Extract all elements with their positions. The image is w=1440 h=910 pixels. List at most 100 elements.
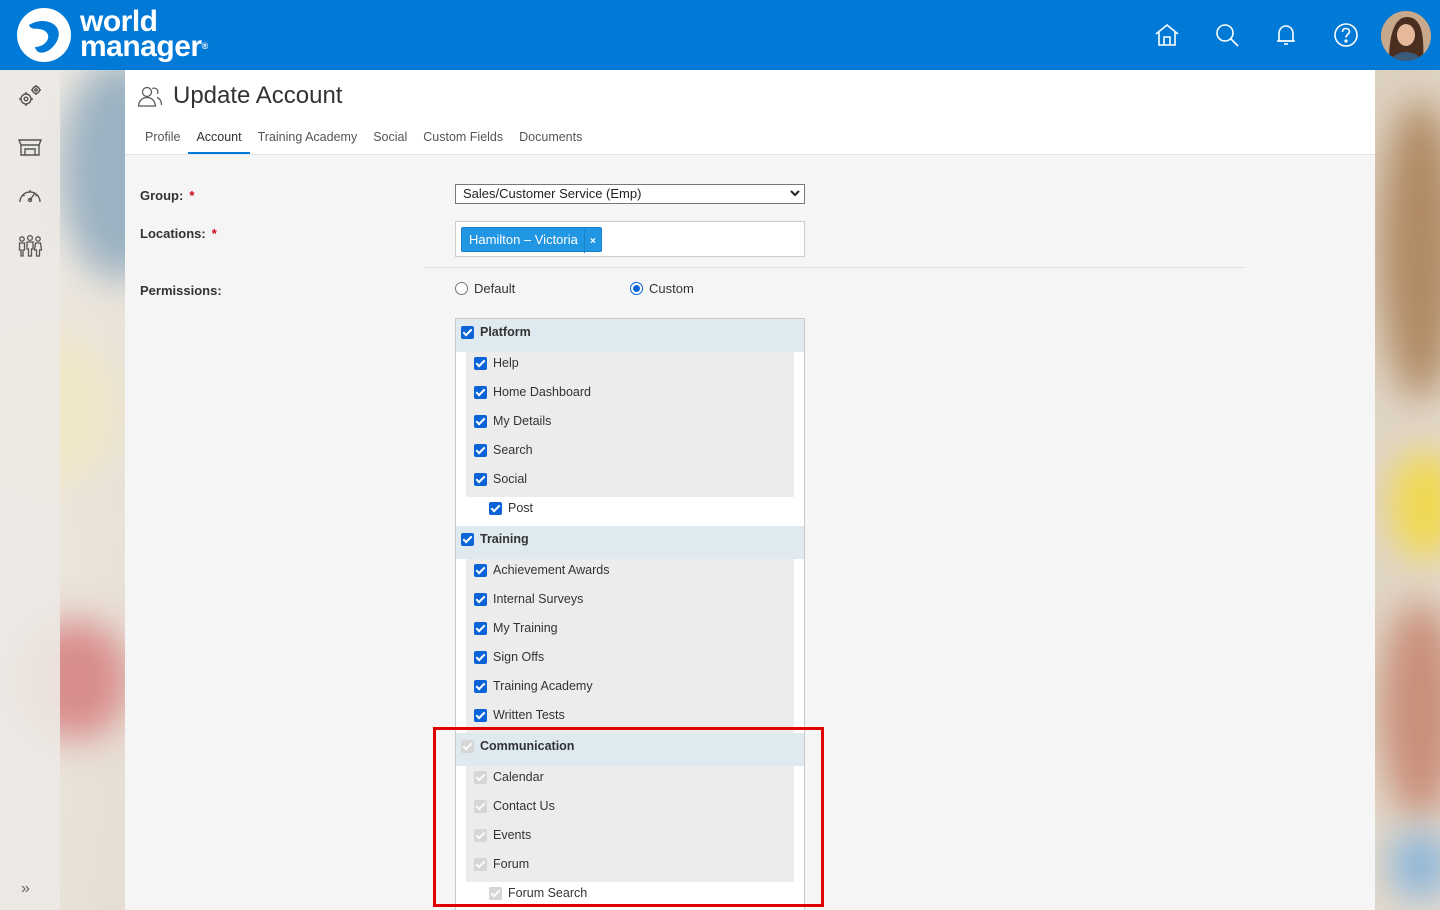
tab-bar: Profile Account Training Academy Social …: [137, 125, 590, 155]
main-panel: Update Account Profile Account Training …: [125, 70, 1375, 910]
store-icon[interactable]: [16, 132, 44, 160]
perm-label: Training Academy: [493, 679, 593, 693]
training-group-checkbox[interactable]: Training: [461, 532, 529, 546]
permissions-tree: Platform Help Home Dashboard My Details …: [455, 318, 805, 910]
divider: [425, 267, 1245, 268]
checkbox[interactable]: [489, 501, 502, 515]
checkbox[interactable]: [474, 621, 487, 635]
checkbox[interactable]: [474, 563, 487, 577]
perm-contact-us: Contact Us: [474, 799, 555, 813]
training-items: [466, 559, 794, 733]
perm-label: Contact Us: [493, 799, 555, 813]
perm-label: Achievement Awards: [493, 563, 610, 577]
checkbox[interactable]: [474, 443, 487, 457]
avatar-photo-icon: [1381, 11, 1431, 61]
platform-group-checkbox[interactable]: Platform: [461, 325, 531, 339]
checkbox[interactable]: [474, 592, 487, 606]
perm-post[interactable]: Post: [489, 501, 533, 515]
tab-account[interactable]: Account: [188, 125, 250, 154]
permission-default-option[interactable]: Default: [455, 281, 515, 296]
perm-label: Search: [493, 443, 533, 457]
checkbox-disabled: [474, 828, 487, 842]
settings-gears-icon[interactable]: [16, 82, 44, 110]
custom-radio-label: Custom: [649, 281, 694, 296]
home-icon[interactable]: [1153, 21, 1181, 49]
required-asterisk: *: [211, 226, 217, 241]
communication-group-checkbox: Communication: [461, 739, 574, 753]
logo-registered-mark: ®: [201, 41, 209, 51]
help-icon[interactable]: [1332, 21, 1360, 49]
logo-mark-icon: [17, 8, 71, 62]
locations-input[interactable]: Hamilton – Victoria ×: [455, 221, 805, 257]
search-icon[interactable]: [1213, 21, 1241, 49]
checkbox[interactable]: [461, 325, 474, 339]
permission-custom-option[interactable]: Custom: [630, 281, 694, 296]
perm-training-academy[interactable]: Training Academy: [474, 679, 593, 693]
default-radio[interactable]: [455, 282, 468, 295]
checkbox-disabled: [489, 886, 502, 900]
checkbox[interactable]: [474, 472, 487, 486]
panel-header: Update Account Profile Account Training …: [125, 70, 1375, 155]
locations-label: Locations: *: [140, 226, 217, 241]
checkbox-disabled: [461, 739, 474, 753]
perm-label: Calendar: [493, 770, 544, 784]
page-title: Update Account: [173, 82, 343, 109]
training-group-label: Training: [480, 532, 529, 546]
perm-label: My Details: [493, 414, 552, 428]
remove-location-button[interactable]: ×: [583, 230, 601, 253]
left-sidebar: [0, 70, 60, 910]
checkbox[interactable]: [474, 385, 487, 399]
group-select-value: Sales/Customer Service (Emp): [463, 186, 642, 201]
checkbox[interactable]: [474, 708, 487, 722]
tab-training-academy[interactable]: Training Academy: [250, 125, 366, 154]
perm-forum: Forum: [474, 857, 529, 871]
perm-calendar: Calendar: [474, 770, 544, 784]
perm-sign-offs[interactable]: Sign Offs: [474, 650, 544, 664]
tab-social[interactable]: Social: [365, 125, 415, 154]
checkbox[interactable]: [474, 356, 487, 370]
perm-label: Events: [493, 828, 532, 842]
tab-documents[interactable]: Documents: [511, 125, 590, 154]
group-label-text: Group:: [140, 188, 184, 203]
perm-label: Help: [493, 356, 519, 370]
perm-label: Home Dashboard: [493, 385, 591, 399]
perm-my-details[interactable]: My Details: [474, 414, 551, 428]
user-account-icon: [137, 86, 163, 107]
group-label: Group: *: [140, 188, 194, 203]
checkbox[interactable]: [474, 650, 487, 664]
perm-search[interactable]: Search: [474, 443, 533, 457]
perm-internal-surveys[interactable]: Internal Surveys: [474, 592, 583, 606]
perm-label: Internal Surveys: [493, 592, 584, 606]
required-asterisk: *: [189, 188, 195, 203]
perm-label: Post: [508, 501, 534, 515]
user-avatar[interactable]: [1381, 11, 1431, 61]
perm-home-dashboard[interactable]: Home Dashboard: [474, 385, 591, 399]
perm-my-training[interactable]: My Training: [474, 621, 558, 635]
perm-label: Forum: [493, 857, 530, 871]
people-group-icon[interactable]: [16, 232, 44, 260]
tab-profile[interactable]: Profile: [137, 125, 188, 154]
checkbox-disabled: [474, 770, 487, 784]
tab-custom-fields[interactable]: Custom Fields: [415, 125, 511, 154]
perm-written-tests[interactable]: Written Tests: [474, 708, 565, 722]
perm-label: My Training: [493, 621, 558, 635]
permissions-label: Permissions:: [140, 283, 222, 298]
perm-label: Written Tests: [493, 708, 565, 722]
locations-label-text: Locations:: [140, 226, 206, 241]
perm-label: Forum Search: [508, 886, 588, 900]
bell-icon[interactable]: [1272, 21, 1300, 49]
custom-radio[interactable]: [630, 282, 643, 295]
perm-label: Sign Offs: [493, 650, 545, 664]
perm-help[interactable]: Help: [474, 356, 519, 370]
logo-text: world manager®: [80, 7, 209, 62]
world-manager-logo[interactable]: world manager®: [15, 7, 235, 65]
perm-achievement-awards[interactable]: Achievement Awards: [474, 563, 610, 577]
expand-sidebar-button[interactable]: »: [21, 880, 30, 898]
location-tag-label: Hamilton – Victoria: [469, 232, 578, 247]
group-select[interactable]: Sales/Customer Service (Emp): [455, 184, 805, 204]
checkbox[interactable]: [474, 414, 487, 428]
checkbox[interactable]: [461, 532, 474, 546]
dashboard-gauge-icon[interactable]: [16, 182, 44, 210]
perm-social[interactable]: Social: [474, 472, 527, 486]
checkbox[interactable]: [474, 679, 487, 693]
